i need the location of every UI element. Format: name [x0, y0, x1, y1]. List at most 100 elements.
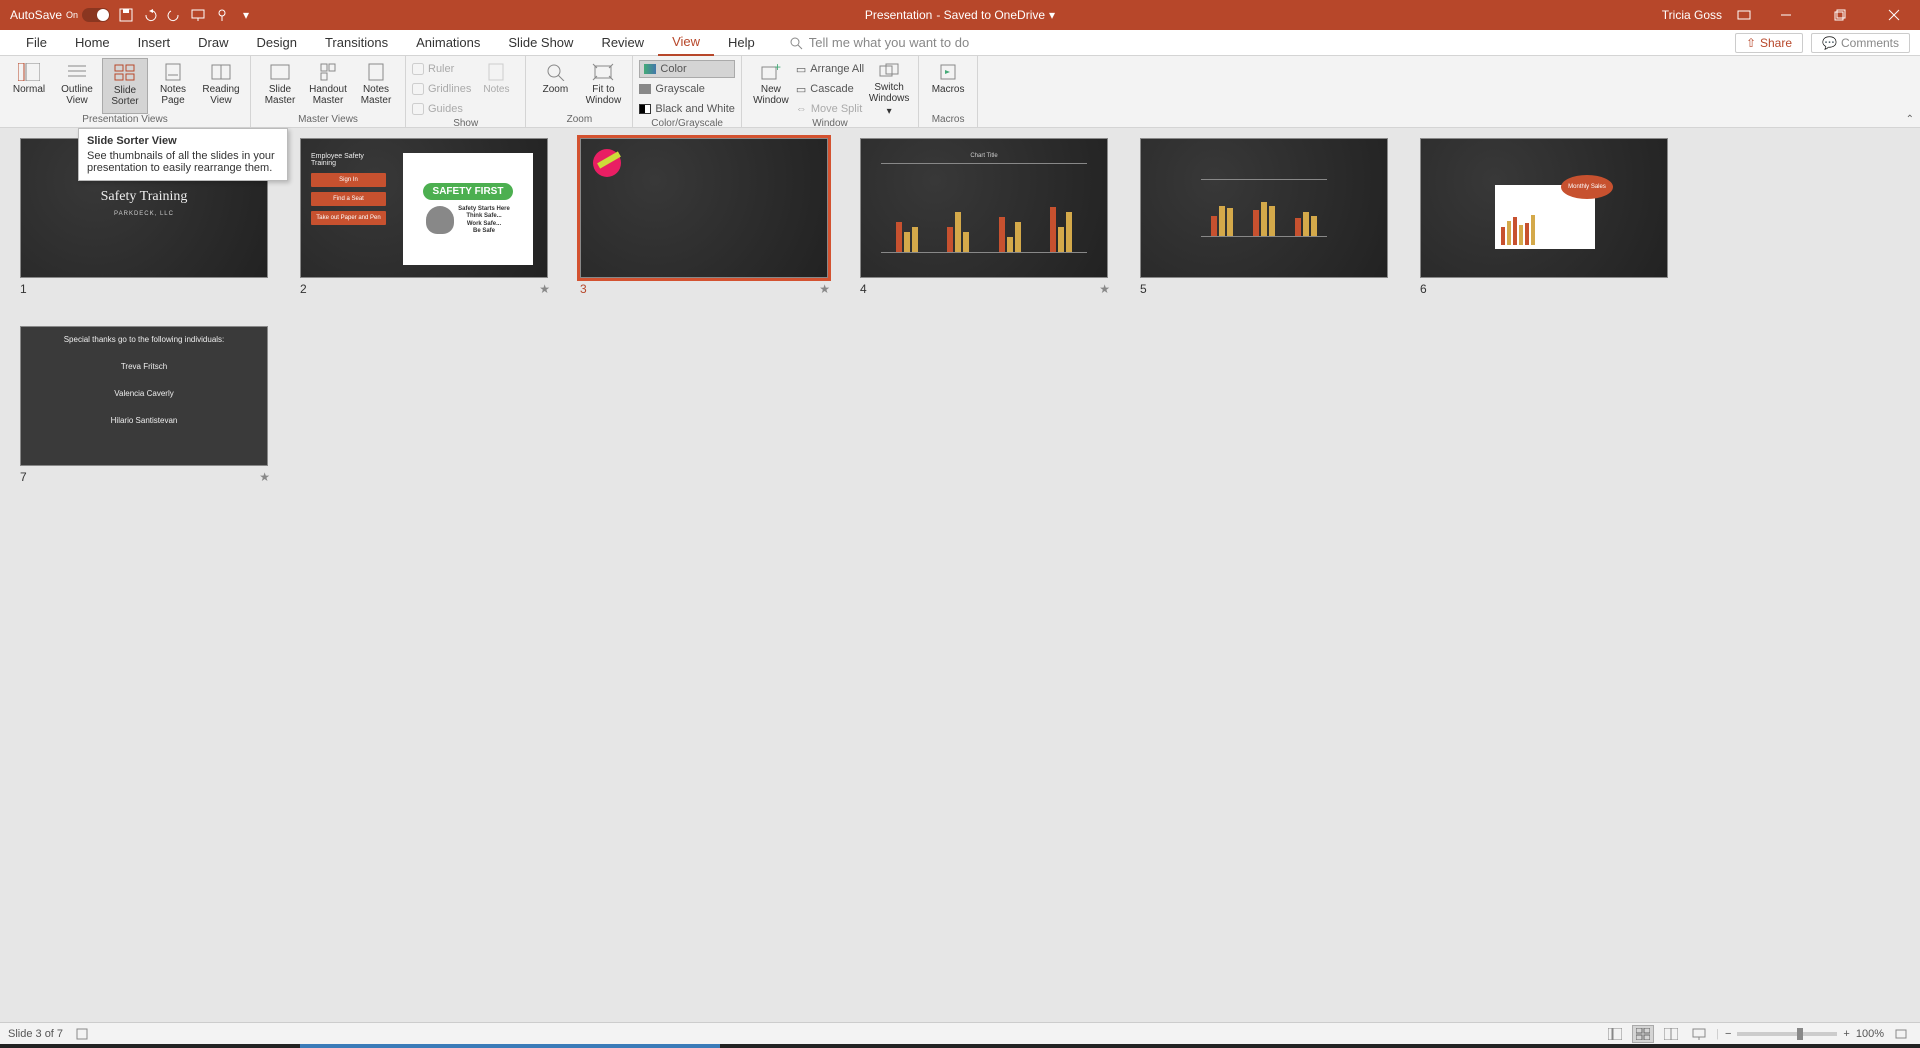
- slide-cell-7: Special thanks go to the following indiv…: [20, 326, 270, 484]
- slide7-line1: Special thanks go to the following indiv…: [21, 335, 267, 344]
- cascade-button[interactable]: ▭Cascade: [796, 80, 864, 98]
- menu-right: ⇧ Share 💬 Comments: [1735, 33, 1920, 53]
- zoom-in-button[interactable]: +: [1843, 1028, 1849, 1040]
- color-swatch-icon: [644, 64, 656, 74]
- slide1-title: Safety Training: [21, 189, 267, 205]
- switch-windows-button[interactable]: Switch Windows▾: [866, 58, 912, 114]
- black-white-button[interactable]: Black and White: [639, 100, 734, 118]
- redo-icon[interactable]: [166, 7, 182, 23]
- group-label-window: Window: [748, 118, 912, 131]
- comments-button[interactable]: 💬 Comments: [1811, 33, 1910, 53]
- collapse-ribbon-icon[interactable]: ⌃: [1906, 114, 1914, 125]
- undo-icon[interactable]: [142, 7, 158, 23]
- tab-view[interactable]: View: [658, 30, 714, 56]
- group-label-macros: Macros: [925, 114, 971, 127]
- group-show: Ruler Gridlines Guides Notes Show: [406, 56, 526, 127]
- normal-view-icon[interactable]: [1604, 1025, 1626, 1043]
- slide5-chart: [1201, 179, 1327, 237]
- fit-to-window-icon[interactable]: [1890, 1025, 1912, 1043]
- group-label-color: Color/Grayscale: [639, 118, 734, 131]
- move-split-button: ⇔Move Split: [796, 100, 864, 118]
- sorter-view-icon[interactable]: [1632, 1025, 1654, 1043]
- normal-view-button[interactable]: Normal: [6, 58, 52, 114]
- slide-indicator[interactable]: Slide 3 of 7: [8, 1028, 63, 1040]
- guides-checkbox: Guides: [412, 100, 471, 118]
- quick-access-toolbar: AutoSave On ▾: [0, 7, 254, 23]
- slide-thumb-4[interactable]: Chart Title: [860, 138, 1108, 278]
- accessibility-icon[interactable]: [75, 1027, 89, 1041]
- share-button[interactable]: ⇧ Share: [1735, 33, 1803, 53]
- macros-button[interactable]: Macros: [925, 58, 971, 114]
- display-options-icon[interactable]: [1736, 7, 1752, 23]
- tab-slideshow[interactable]: Slide Show: [494, 30, 587, 56]
- arrange-icon: ▭: [796, 63, 806, 76]
- share-label: Share: [1760, 36, 1792, 50]
- document-title: Presentation - Saved to OneDrive ▾: [865, 8, 1055, 22]
- touch-mode-icon[interactable]: [214, 7, 230, 23]
- tab-review[interactable]: Review: [587, 30, 658, 56]
- group-color-grayscale: Color Grayscale Black and White Color/Gr…: [633, 56, 741, 127]
- slide2-btn3: Take out Paper and Pen: [311, 211, 386, 225]
- tab-draw[interactable]: Draw: [184, 30, 242, 56]
- fit-to-window-button[interactable]: Fit to Window: [580, 58, 626, 114]
- reading-view-button[interactable]: Reading View: [198, 58, 244, 114]
- tab-transitions[interactable]: Transitions: [311, 30, 402, 56]
- toggle-switch-icon[interactable]: [82, 8, 110, 22]
- new-window-button[interactable]: +New Window: [748, 58, 794, 114]
- slide4-chart-title: Chart Title: [861, 153, 1107, 159]
- zoom-button[interactable]: Zoom: [532, 58, 578, 114]
- slide-thumb-6[interactable]: Monthly Sales: [1420, 138, 1668, 278]
- tab-design[interactable]: Design: [243, 30, 311, 56]
- slide-master-button[interactable]: Slide Master: [257, 58, 303, 114]
- ball-icon: [593, 149, 621, 177]
- title-dropdown-icon[interactable]: ▾: [1049, 8, 1055, 22]
- slide2-image: SAFETY FIRST Safety Starts Here Think Sa…: [403, 153, 533, 265]
- slide-cell-6: Monthly Sales 6: [1420, 138, 1670, 296]
- ruler-checkbox: Ruler: [412, 60, 471, 78]
- slide-thumb-3[interactable]: [580, 138, 828, 278]
- comment-icon: 💬: [1822, 36, 1837, 50]
- slide-number-4: 4★: [860, 278, 1110, 296]
- arrange-all-button[interactable]: ▭Arrange All: [796, 60, 864, 78]
- handout-master-button[interactable]: Handout Master: [305, 58, 351, 114]
- move-split-icon: ⇔: [796, 103, 807, 115]
- animation-star-icon: ★: [819, 282, 830, 296]
- group-label-show: Show: [412, 118, 519, 131]
- slide2-text: Safety Starts Here Think Safe... Work Sa…: [458, 206, 510, 235]
- slide-thumb-7[interactable]: Special thanks go to the following indiv…: [20, 326, 268, 466]
- close-button[interactable]: [1874, 0, 1914, 30]
- grayscale-button[interactable]: Grayscale: [639, 80, 734, 98]
- search-icon: [789, 36, 803, 50]
- slide-thumb-5[interactable]: [1140, 138, 1388, 278]
- slide-thumb-2[interactable]: Employee Safety Training Sign In Find a …: [300, 138, 548, 278]
- zoom-level[interactable]: 100%: [1856, 1028, 1884, 1040]
- minimize-button[interactable]: [1766, 0, 1806, 30]
- slide-sorter-area[interactable]: Safety Training PARKDECK, LLC 1 Employee…: [0, 128, 1920, 1022]
- tab-help[interactable]: Help: [714, 30, 769, 56]
- animation-star-icon: ★: [539, 282, 550, 296]
- present-icon[interactable]: [190, 7, 206, 23]
- notes-page-button[interactable]: Notes Page: [150, 58, 196, 114]
- autosave-state: On: [66, 10, 78, 20]
- tell-me-search[interactable]: Tell me what you want to do: [789, 35, 969, 50]
- tooltip-slide-sorter: Slide Sorter View See thumbnails of all …: [78, 128, 288, 181]
- autosave-label: AutoSave: [10, 8, 62, 22]
- save-icon[interactable]: [118, 7, 134, 23]
- tab-insert[interactable]: Insert: [124, 30, 185, 56]
- slide-sorter-button[interactable]: Slide Sorter: [102, 58, 148, 114]
- tab-animations[interactable]: Animations: [402, 30, 494, 56]
- zoom-out-button[interactable]: −: [1725, 1028, 1731, 1040]
- reading-view-icon[interactable]: [1660, 1025, 1682, 1043]
- qat-dropdown-icon[interactable]: ▾: [238, 7, 254, 23]
- autosave-toggle[interactable]: AutoSave On: [10, 8, 110, 22]
- zoom-slider[interactable]: [1737, 1032, 1837, 1036]
- restore-button[interactable]: [1820, 0, 1860, 30]
- outline-view-button[interactable]: Outline View: [54, 58, 100, 114]
- color-button[interactable]: Color: [639, 60, 734, 78]
- tab-home[interactable]: Home: [61, 30, 124, 56]
- user-name[interactable]: Tricia Goss: [1662, 8, 1722, 22]
- notes-master-button[interactable]: Notes Master: [353, 58, 399, 114]
- tab-file[interactable]: File: [12, 30, 61, 56]
- doc-name: Presentation: [865, 8, 932, 22]
- slideshow-view-icon[interactable]: [1688, 1025, 1710, 1043]
